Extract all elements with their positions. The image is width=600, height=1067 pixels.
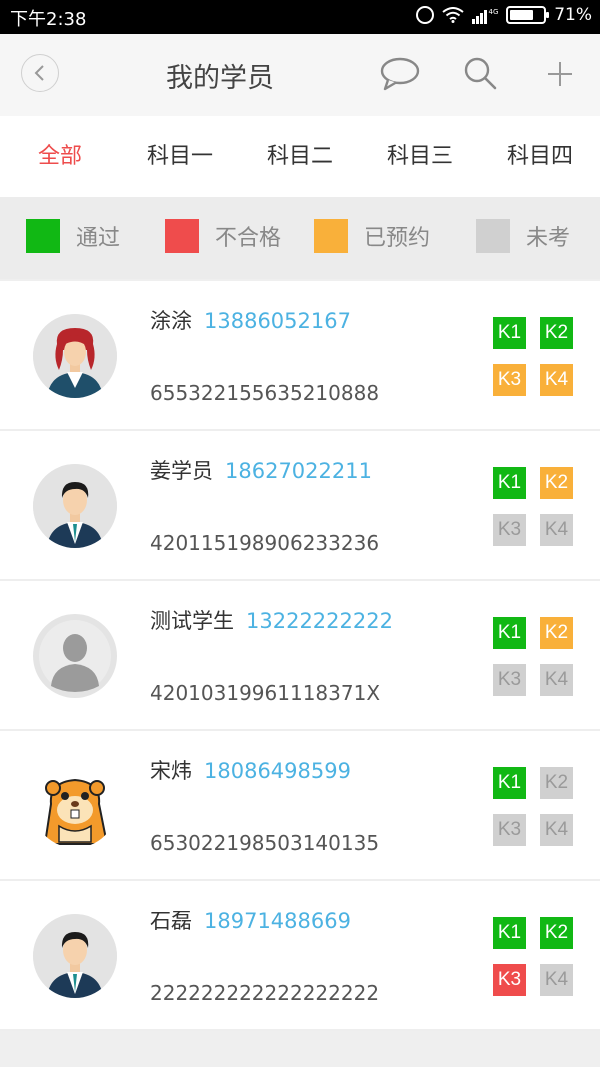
legend-swatch (476, 219, 510, 253)
hamster-avatar-icon (43, 778, 109, 845)
student-name: 石磊 (150, 909, 192, 933)
message-button[interactable] (378, 54, 422, 94)
add-button[interactable] (538, 54, 582, 94)
tab-subject-3[interactable]: 科目三 (360, 116, 480, 197)
student-name: 宋炜 (150, 759, 192, 783)
legend-label: 已预约 (364, 226, 431, 251)
subject-badge-k2: K2 (540, 317, 573, 349)
message-icon (380, 57, 420, 91)
student-phone[interactable]: 13886052167 (204, 309, 351, 333)
male-avatar-icon (33, 464, 117, 548)
subject-badge-k4: K4 (540, 814, 573, 846)
app-header: 我的学员 (0, 34, 600, 116)
status-bar: 下午2:38 4G 71% (0, 0, 600, 34)
battery-fill (510, 10, 533, 20)
student-id-number: 655322155635210888 (150, 381, 380, 405)
battery-icon (506, 6, 550, 24)
student-name-line: 涂涂 13886052167 (150, 305, 351, 335)
network-type: 4G (489, 8, 499, 16)
student-id-number: 42010319961118371X (150, 681, 381, 705)
status-legend: 通过 不合格 已预约 未考 (0, 197, 600, 279)
legend-swatch (26, 219, 60, 253)
student-name-line: 石磊 18971488669 (150, 905, 351, 935)
subject-badge-k1: K1 (493, 617, 526, 649)
status-icons: 4G 71% (416, 5, 592, 25)
subject-badge-k3: K3 (493, 514, 526, 546)
student-row[interactable]: 石磊 18971488669 222222222222222222 K1 K2 K3 K4 (0, 881, 600, 1031)
subject-badge-k2: K2 (540, 767, 573, 799)
battery-percent: 71% (554, 5, 592, 25)
student-name: 姜学员 (150, 459, 213, 483)
subject-badges: K1 K2 K3 K4 (493, 617, 575, 699)
legend-label: 通过 (76, 226, 121, 251)
student-name-line: 姜学员 18627022211 (150, 455, 372, 485)
student-name-line: 测试学生 13222222222 (150, 605, 393, 635)
student-name: 涂涂 (150, 309, 192, 333)
student-id-number: 420115198906233236 (150, 531, 380, 555)
subject-badges: K1 K2 K3 K4 (493, 917, 575, 999)
tab-subject-1[interactable]: 科目一 (120, 116, 240, 197)
student-phone[interactable]: 18971488669 (204, 909, 351, 933)
legend-label: 不合格 (215, 226, 282, 251)
subject-badge-k1: K1 (493, 767, 526, 799)
subject-badge-k4: K4 (540, 664, 573, 696)
legend-pass: 通过 (26, 219, 120, 253)
subject-badge-k2: K2 (540, 917, 573, 949)
avatar (33, 764, 117, 848)
status-time: 下午2:38 (10, 9, 87, 30)
student-row[interactable]: 测试学生 13222222222 42010319961118371X K1 K2 K3 K… (0, 581, 600, 731)
legend-not-taken: 未考 (476, 219, 570, 253)
page-title: 我的学员 (166, 63, 274, 94)
default-avatar-icon (39, 620, 111, 692)
avatar (33, 614, 117, 698)
legend-fail: 不合格 (165, 219, 281, 253)
subject-badge-k1: K1 (493, 467, 526, 499)
subject-badge-k4: K4 (540, 364, 573, 396)
student-phone[interactable]: 18086498599 (204, 759, 351, 783)
subject-badge-k1: K1 (493, 917, 526, 949)
subject-badges: K1 K2 K3 K4 (493, 467, 575, 549)
student-row[interactable]: 宋炜 18086498599 653022198503140135 K1 K2 K3 K4 (0, 731, 600, 881)
signal-icon: 4G (472, 8, 499, 24)
subject-badge-k3: K3 (493, 814, 526, 846)
subject-badge-k1: K1 (493, 317, 526, 349)
student-name-line: 宋炜 18086498599 (150, 755, 351, 785)
student-row[interactable]: 姜学员 18627022211 420115198906233236 K1 K2 K3 K4 (0, 431, 600, 581)
tab-subject-4[interactable]: 科目四 (480, 116, 600, 197)
subject-badge-k4: K4 (540, 514, 573, 546)
subject-badge-k3: K3 (493, 664, 526, 696)
avatar (33, 314, 117, 398)
subject-badge-k4: K4 (540, 964, 573, 996)
subject-badge-k3: K3 (493, 364, 526, 396)
student-id-number: 653022198503140135 (150, 831, 380, 855)
student-phone[interactable]: 13222222222 (246, 609, 393, 633)
search-icon (464, 57, 497, 90)
subject-badges: K1 K2 K3 K4 (493, 767, 575, 849)
subject-badge-k3: K3 (493, 964, 526, 996)
search-button[interactable] (458, 54, 502, 94)
subject-badge-k2: K2 (540, 617, 573, 649)
add-icon (548, 62, 572, 86)
avatar (33, 464, 117, 548)
student-list: 涂涂 13886052167 655322155635210888 K1 K2 K3 K4 … (0, 281, 600, 1031)
subject-badges: K1 K2 K3 K4 (493, 317, 575, 399)
male-avatar-icon (33, 914, 117, 998)
tab-all[interactable]: 全部 (0, 116, 120, 197)
female-avatar-icon (33, 314, 117, 398)
student-name: 测试学生 (150, 609, 234, 633)
wifi-icon (442, 7, 464, 23)
legend-label: 未考 (526, 226, 571, 251)
tab-subject-2[interactable]: 科目二 (240, 116, 360, 197)
legend-booked: 已预约 (314, 219, 430, 253)
avatar (33, 914, 117, 998)
student-phone[interactable]: 18627022211 (225, 459, 372, 483)
student-id-number: 222222222222222222 (150, 981, 380, 1005)
alarm-icon (416, 6, 435, 24)
legend-swatch (314, 219, 348, 253)
legend-swatch (165, 219, 199, 253)
student-row[interactable]: 涂涂 13886052167 655322155635210888 K1 K2 K3 K4 (0, 281, 600, 431)
subject-tabs: 全部 科目一 科目二 科目三 科目四 (0, 116, 600, 197)
subject-badge-k2: K2 (540, 467, 573, 499)
